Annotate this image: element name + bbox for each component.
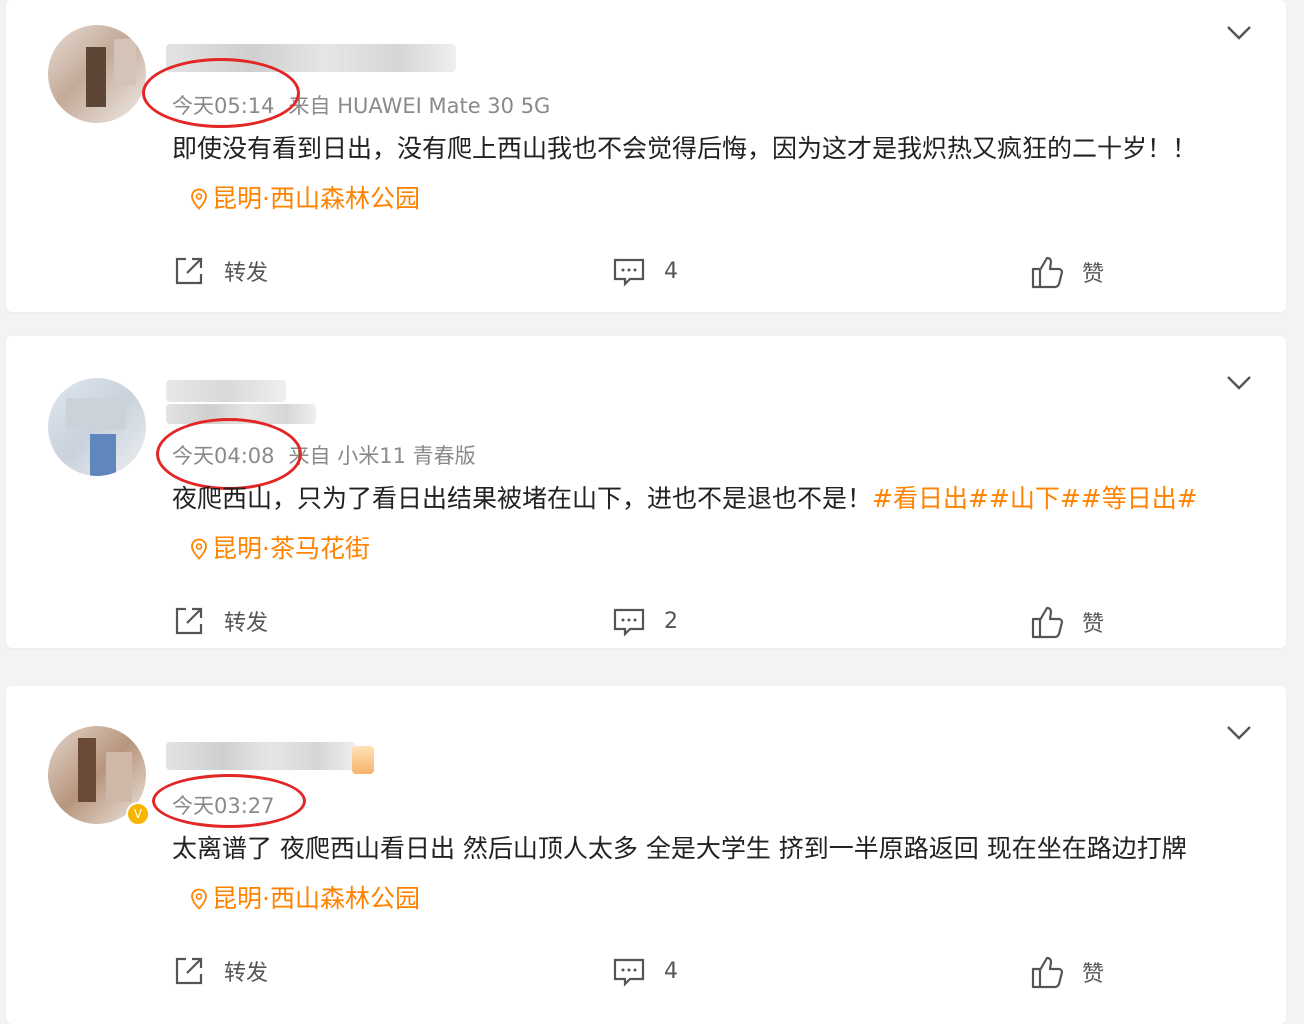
repost-label: 转发 [224,261,269,286]
post-body: 即使没有看到日出，没有爬上西山我也不会觉得后悔，因为这才是我炽热又疯狂的二十岁！… [172,124,1252,224]
post-body: 太离谱了 夜爬西山看日出 然后山顶人太多 全是大学生 挤到一半原路返回 现在坐在… [172,824,1252,924]
chevron-down-icon[interactable] [1226,374,1252,392]
post-hashtags[interactable]: #看日出##山下##等日出# [872,484,1198,513]
annotation-circle [142,58,300,128]
post-text: 即使没有看到日出，没有爬上西山我也不会觉得后悔，因为这才是我炽热又疯狂的二十岁！… [172,134,1198,163]
location-pin-icon [191,888,207,910]
location-link[interactable]: 昆明·西山森林公园 [190,184,420,213]
like-label: 赞 [1082,962,1105,987]
chevron-down-icon[interactable] [1226,24,1252,42]
like-button[interactable]: 赞 [1030,254,1104,290]
like-button[interactable]: 赞 [1030,954,1104,990]
comment-count: 4 [664,258,678,284]
comment-button[interactable]: 4 [612,954,678,988]
verified-badge-icon: V [126,802,150,826]
repost-label: 转发 [224,961,269,986]
like-label: 赞 [1082,612,1105,637]
like-button[interactable]: 赞 [1030,604,1104,640]
share-icon [175,257,203,285]
comment-count: 4 [664,958,678,984]
comment-button[interactable]: 2 [612,604,678,638]
share-icon [175,957,203,985]
chevron-down-icon[interactable] [1226,724,1252,742]
comment-icon [613,608,645,637]
post-card: 今天05:14 来自 HUAWEI Mate 30 5G 即使没有看到日出，没有爬… [6,0,1286,312]
post-card: 今天04:08 来自 小米11 青春版 夜爬西山，只为了看日出结果被堵在山下，进也… [6,336,1286,648]
comment-button[interactable]: 4 [612,254,678,288]
comment-count: 2 [664,608,678,634]
location-pin-icon [191,538,207,560]
location-label: 昆明·茶马花街 [212,534,370,563]
post-text: 夜爬西山，只为了看日出结果被堵在山下，进也不是退也不是！ [172,484,873,513]
vip-badge [352,746,374,774]
username-blurred[interactable] [166,742,356,770]
post-body: 夜爬西山，只为了看日出结果被堵在山下，进也不是退也不是！#看日出##山下##等日… [172,474,1252,574]
avatar[interactable] [48,25,146,123]
comment-icon [613,958,645,987]
location-link[interactable]: 昆明·西山森林公园 [190,884,420,913]
annotation-circle [152,774,306,828]
location-pin-icon [191,188,207,210]
like-label: 赞 [1082,262,1105,287]
repost-label: 转发 [224,611,269,636]
avatar[interactable] [48,378,146,476]
repost-button[interactable]: 转发 [172,954,268,988]
weibo-feed: 今天05:14 来自 HUAWEI Mate 30 5G 即使没有看到日出，没有爬… [0,0,1304,1024]
thumbs-up-icon [1031,956,1064,989]
location-label: 昆明·西山森林公园 [212,184,420,213]
repost-button[interactable]: 转发 [172,254,268,288]
post-source: 来自 HUAWEI Mate 30 5G [288,94,551,118]
username-blurred[interactable] [166,380,286,402]
location-link[interactable]: 昆明·茶马花街 [190,534,370,563]
repost-button[interactable]: 转发 [172,604,268,638]
thumbs-up-icon [1031,606,1064,639]
post-text: 太离谱了 夜爬西山看日出 然后山顶人太多 全是大学生 挤到一半原路返回 现在坐在… [172,834,1187,863]
share-icon [175,607,203,635]
post-source: 来自 小米11 青春版 [288,444,476,468]
location-label: 昆明·西山森林公园 [212,884,420,913]
thumbs-up-icon [1031,256,1064,289]
post-card: V 今天03:27 太离谱了 夜爬西山看日出 然后山顶人太多 全是大学生 挤到一… [6,686,1286,1024]
comment-icon [613,258,645,287]
